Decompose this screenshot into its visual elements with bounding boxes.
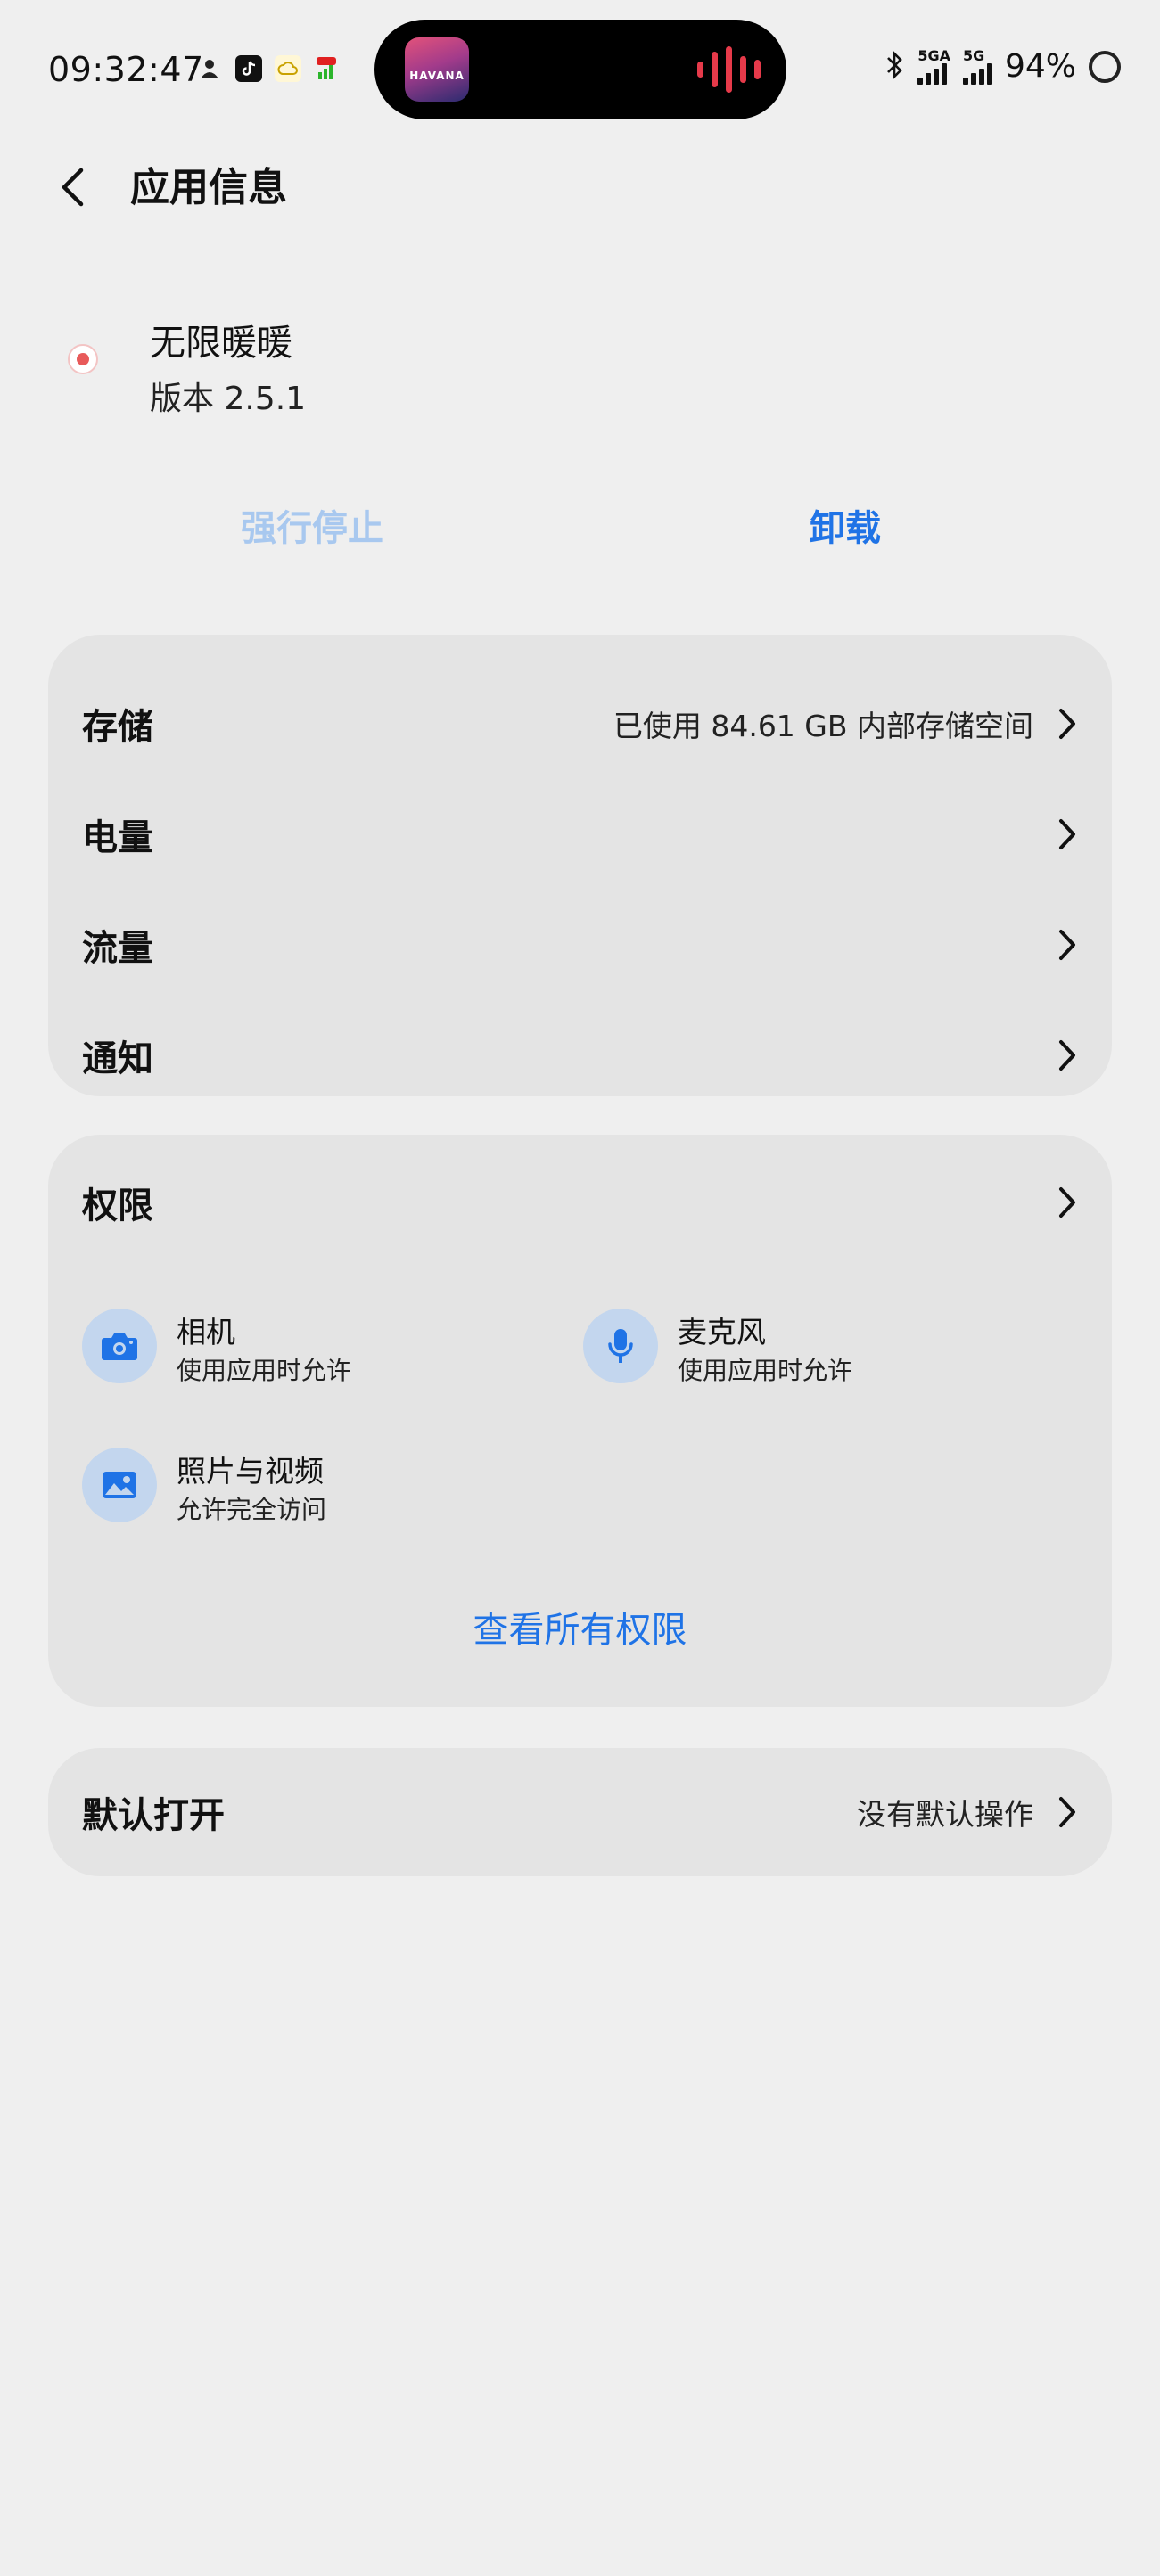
default-open-value: 没有默认操作 xyxy=(857,1797,1033,1832)
usage-card: 存储 已使用 84.61 GB 内部存储空间 电量 流量 通知 xyxy=(48,635,1112,1096)
permissions-card: 权限 相机 使用应用时允许 麦克风 使用应用时允许 照片与视频 允许完全访问 查… xyxy=(48,1135,1112,1707)
data-usage-row[interactable]: 流量 xyxy=(48,890,1112,1000)
default-open-card: 默认打开 没有默认操作 xyxy=(48,1748,1112,1876)
photo-icon xyxy=(82,1448,157,1522)
default-open-label: 默认打开 xyxy=(82,1795,225,1836)
app-name: 无限暖暖 xyxy=(150,323,292,364)
audio-wave-icon xyxy=(697,46,761,93)
chevron-right-icon xyxy=(1049,1185,1085,1220)
signal-pro-icon xyxy=(314,55,341,82)
chevron-right-icon xyxy=(1049,1794,1085,1830)
notifications-row[interactable]: 通知 xyxy=(48,1000,1112,1111)
bluetooth-icon xyxy=(885,50,905,84)
signal-bars-icon xyxy=(917,62,948,85)
notifications-label: 通知 xyxy=(82,1038,153,1079)
permissions-row[interactable]: 权限 xyxy=(48,1147,1112,1258)
chevron-right-icon xyxy=(1049,927,1085,963)
signal-bars-icon xyxy=(962,62,992,85)
permission-status: 使用应用时允许 xyxy=(177,1356,352,1385)
status-time: 09:32:47 xyxy=(48,50,204,89)
uninstall-button[interactable]: 卸载 xyxy=(712,499,979,551)
dynamic-island[interactable]: HAVANA xyxy=(374,20,786,119)
chevron-right-icon xyxy=(1049,816,1085,852)
storage-row[interactable]: 存储 已使用 84.61 GB 内部存储空间 xyxy=(48,669,1112,779)
app-version: 版本 2.5.1 xyxy=(150,381,307,417)
net-label-2: 5G xyxy=(962,46,985,64)
battery-label: 电量 xyxy=(82,817,153,858)
person-icon xyxy=(196,55,223,82)
permission-status: 允许完全访问 xyxy=(177,1495,327,1524)
permissions-label: 权限 xyxy=(82,1185,153,1226)
cloud-icon xyxy=(275,55,301,82)
battery-row[interactable]: 电量 xyxy=(48,779,1112,890)
microphone-icon xyxy=(583,1309,658,1383)
chevron-right-icon xyxy=(1049,1038,1085,1073)
force-stop-button[interactable]: 强行停止 xyxy=(178,499,446,551)
storage-label: 存储 xyxy=(82,707,153,748)
notification-icons xyxy=(196,55,341,82)
chevron-right-icon xyxy=(1049,706,1085,742)
view-all-permissions-link[interactable]: 查看所有权限 xyxy=(48,1601,1112,1653)
album-art[interactable]: HAVANA xyxy=(405,37,469,102)
system-indicators: 5GA 5G 94% xyxy=(885,48,1121,85)
page-title: 应用信息 xyxy=(130,165,287,210)
app-icon xyxy=(68,344,98,374)
permission-name: 麦克风 xyxy=(678,1315,766,1350)
back-button[interactable] xyxy=(46,160,100,214)
data-usage-label: 流量 xyxy=(82,928,153,969)
battery-level: 94% xyxy=(1004,48,1076,85)
camera-icon xyxy=(82,1309,157,1383)
net-label-1: 5GA xyxy=(917,46,950,64)
signal-5ga: 5GA xyxy=(917,46,950,85)
status-bar: 09:32:47 HAVANA 5GA 5G 94% xyxy=(0,0,1160,143)
default-open-row[interactable]: 默认打开 没有默认操作 xyxy=(48,1757,1112,1867)
permission-status: 使用应用时允许 xyxy=(678,1356,853,1385)
tiktok-icon xyxy=(235,55,262,82)
chevron-left-icon xyxy=(62,168,84,207)
battery-ring-icon xyxy=(1089,50,1121,83)
permission-name: 照片与视频 xyxy=(177,1454,324,1489)
storage-value: 已使用 84.61 GB 内部存储空间 xyxy=(613,709,1033,743)
signal-5g: 5G xyxy=(962,46,992,85)
album-art-text: HAVANA xyxy=(409,70,465,82)
permission-name: 相机 xyxy=(177,1315,235,1350)
app-bar: 应用信息 xyxy=(0,143,1160,250)
